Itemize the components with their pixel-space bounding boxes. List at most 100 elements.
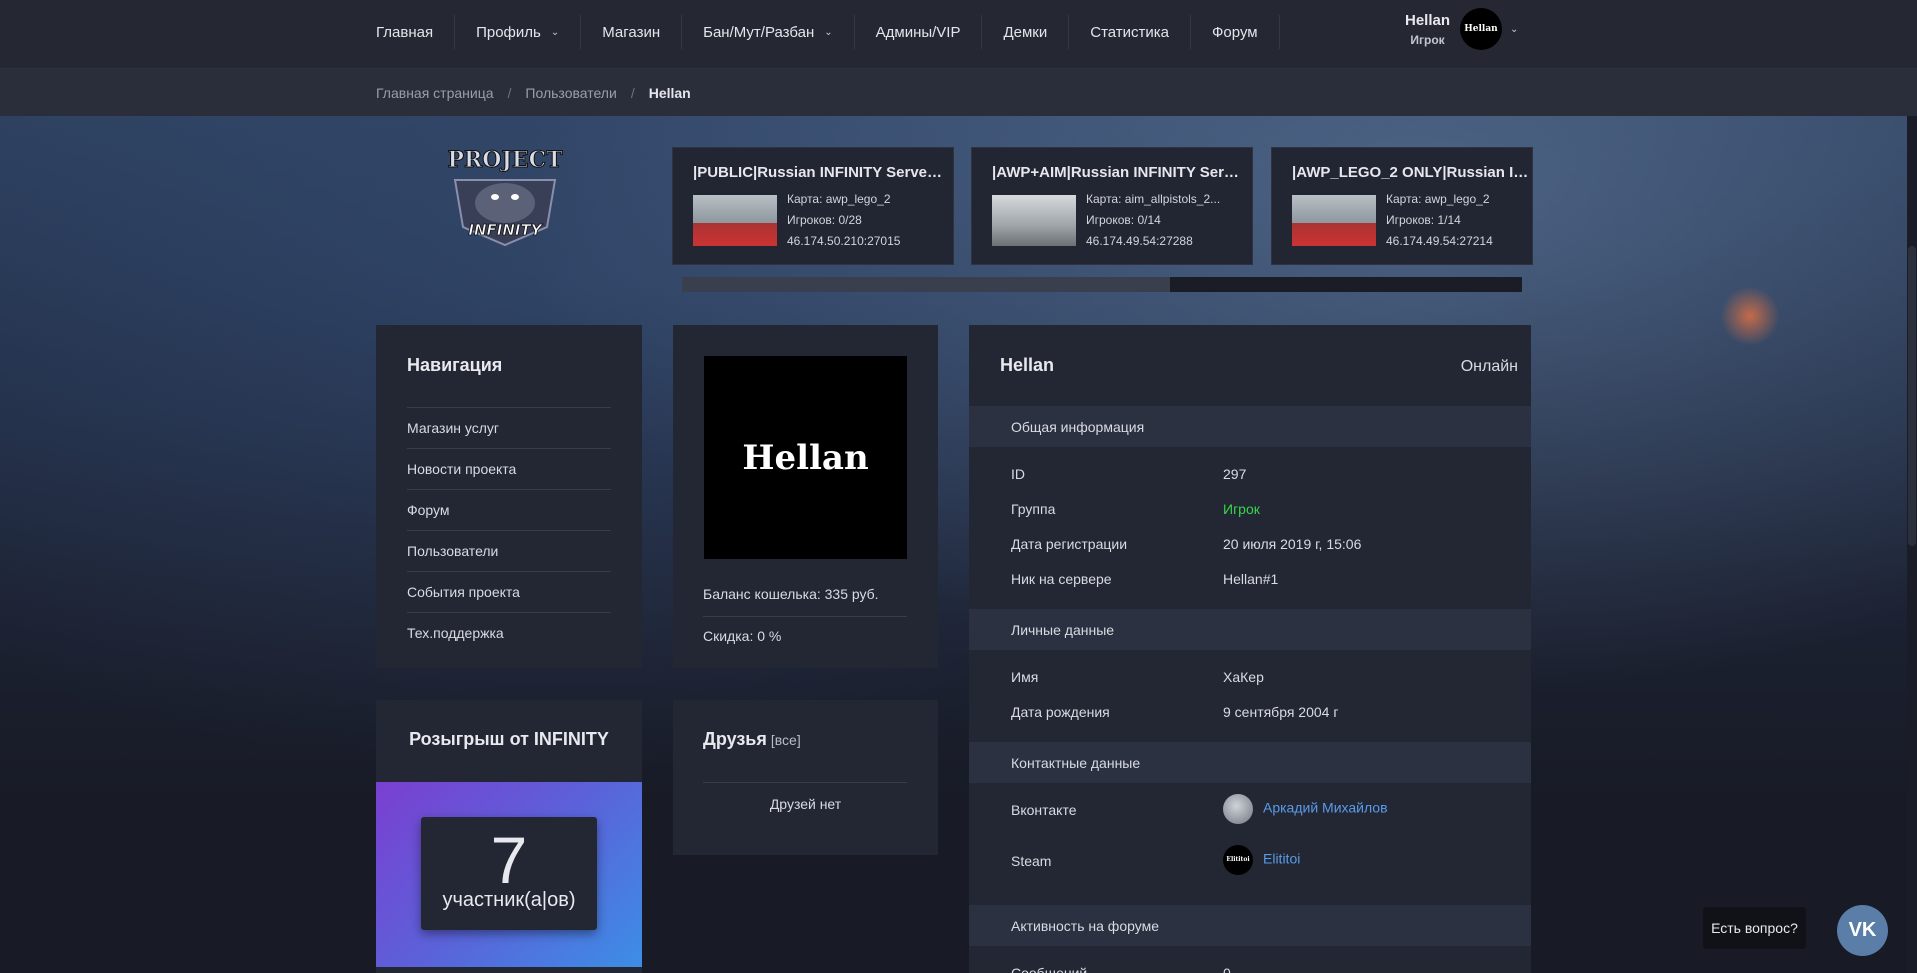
participants-label: участник(а|ов): [442, 889, 576, 911]
info-value: 0: [1223, 965, 1231, 973]
discount: Скидка: 0 %: [703, 628, 782, 644]
user-info: Hellan Игрок: [1405, 12, 1450, 47]
server-players: Игроков: 0/14: [1086, 213, 1161, 227]
map-thumbnail: [1292, 195, 1376, 246]
nav-forum[interactable]: Форум: [1191, 15, 1280, 49]
user-role: Игрок: [1410, 32, 1445, 47]
section-contacts: Контактные данные: [969, 742, 1531, 783]
giveaway-banner[interactable]: 7 участник(а|ов): [376, 782, 642, 967]
vk-contact[interactable]: Аркадий Михайлов: [1223, 794, 1388, 824]
info-key: Группа: [1011, 501, 1056, 517]
section-personal: Личные данные: [969, 609, 1531, 650]
chevron-down-icon[interactable]: ⌄: [1510, 24, 1518, 35]
navigation-panel: Навигация Магазин услуг Новости проекта …: [376, 325, 642, 668]
breadcrumb: Главная страница / Пользователи / Hellan: [376, 85, 691, 101]
friends-all-link[interactable]: [все]: [771, 732, 801, 748]
chevron-down-icon: ⌄: [550, 26, 560, 38]
server-info: Карта: awp_lego_2 Игроков: 1/14 46.174.4…: [1386, 189, 1546, 252]
info-key: Имя: [1011, 669, 1039, 685]
section-forum: Активность на форуме: [969, 905, 1531, 946]
server-card[interactable]: |PUBLIC|Russian INFINITY Server|[... Кар…: [672, 147, 954, 265]
giveaway-title: Розыгрыш от INFINITY: [409, 729, 609, 749]
nav-profile[interactable]: Профиль ⌄: [455, 15, 582, 49]
participants-count: 7: [490, 823, 528, 897]
avatar[interactable]: Hellan: [1460, 8, 1503, 50]
profile-card: Hellan Баланс кошелька: 335 руб. Скидка:…: [673, 325, 938, 668]
page-scrollbar[interactable]: [1907, 116, 1917, 973]
navigation-link[interactable]: Пользователи: [407, 530, 611, 571]
logo-line1: PROJECT: [447, 147, 563, 173]
navigation-title: Навигация: [407, 355, 503, 375]
nav-admins[interactable]: Админы/VIP: [855, 15, 983, 49]
breadcrumb-separator: /: [507, 85, 512, 101]
nav-admins-label: Админы/VIP: [875, 23, 961, 41]
info-value: 20 июля 2019 г, 15:06: [1223, 536, 1362, 552]
profile-avatar: Hellan: [704, 356, 907, 559]
info-value: ХаКер: [1223, 669, 1264, 685]
server-address: 46.174.50.210:27015: [787, 234, 901, 248]
info-key: Вконтакте: [1011, 802, 1077, 818]
nav-shop[interactable]: Магазин: [581, 15, 683, 49]
hero-background: [0, 116, 1917, 973]
nav-home[interactable]: Главная: [355, 15, 456, 49]
breadcrumb-users[interactable]: Пользователи: [525, 85, 616, 101]
info-value: 297: [1223, 466, 1247, 482]
user-menu[interactable]: Hellan Игрок Hellan ⌄: [1405, 8, 1518, 50]
navigation-link[interactable]: Магазин услуг: [407, 407, 611, 448]
question-tooltip[interactable]: Есть вопрос?: [1703, 907, 1806, 949]
vk-link[interactable]: Аркадий Михайлов: [1263, 800, 1388, 816]
friends-empty: Друзей нет: [769, 796, 842, 812]
server-slider-thumb[interactable]: [1170, 277, 1522, 292]
server-info: Карта: awp_lego_2 Игроков: 0/28 46.174.5…: [787, 189, 947, 252]
server-address: 46.174.49.54:27288: [1086, 234, 1193, 248]
navigation-link[interactable]: Форум: [407, 489, 611, 530]
vk-chat-button[interactable]: VK: [1837, 905, 1888, 956]
project-infinity-logo[interactable]: PROJECT INFINITY: [425, 145, 585, 250]
server-map: Карта: awp_lego_2: [1386, 192, 1490, 206]
info-key: Steam: [1011, 853, 1052, 869]
user-name: Hellan: [1405, 11, 1451, 29]
nav-stats[interactable]: Статистика: [1069, 15, 1192, 49]
navigation-link[interactable]: Новости проекта: [407, 448, 611, 489]
breadcrumb-home[interactable]: Главная страница: [376, 85, 494, 101]
nav-shop-label: Магазин: [602, 23, 661, 41]
info-key: Дата регистрации: [1011, 536, 1128, 552]
info-value: 9 сентября 2004 г: [1223, 704, 1339, 720]
main-menu: Главная Профиль ⌄ Магазин Бан/Мут/Разбан ⌄…: [355, 0, 1280, 64]
server-card[interactable]: |AWP_LEGO_2 ONLY|Russian INFIN... Карта:…: [1271, 147, 1533, 265]
nav-bans[interactable]: Бан/Мут/Разбан ⌄: [682, 15, 855, 49]
friends-title-text: Друзья: [703, 729, 767, 749]
steam-avatar: Elititoi: [1223, 845, 1253, 875]
info-key: ID: [1011, 466, 1025, 482]
divider: [703, 782, 907, 783]
nav-demos-label: Демки: [1003, 23, 1048, 41]
info-value: Hellan#1: [1223, 571, 1279, 587]
top-navbar: Главная Профиль ⌄ Магазин Бан/Мут/Разбан ⌄…: [0, 0, 1917, 69]
server-address: 46.174.49.54:27214: [1386, 234, 1493, 248]
server-name: |PUBLIC|Russian INFINITY Server|[...: [693, 164, 943, 181]
scrollbar-thumb[interactable]: [1908, 246, 1916, 546]
group-value: Игрок: [1223, 501, 1260, 517]
nav-home-label: Главная: [376, 23, 434, 41]
vk-avatar: [1223, 794, 1253, 824]
server-players: Игроков: 0/28: [787, 213, 862, 227]
server-card[interactable]: |AWP+AIM|Russian INFINITY Serve... Карта…: [971, 147, 1253, 265]
navigation-link[interactable]: Тех.поддержка: [407, 612, 611, 653]
steam-contact[interactable]: Elititoi Elititoi: [1223, 845, 1300, 875]
navigation-list: Магазин услуг Новости проекта Форум Поль…: [407, 407, 611, 653]
nav-bans-label: Бан/Мут/Разбан: [703, 23, 815, 41]
navigation-link[interactable]: События проекта: [407, 571, 611, 612]
participants-counter: 7 участник(а|ов): [421, 817, 597, 930]
server-players: Игроков: 1/14: [1386, 213, 1461, 227]
nav-demos[interactable]: Демки: [982, 15, 1070, 49]
giveaway-panel: Розыгрыш от INFINITY 7 участник(а|ов): [376, 700, 642, 973]
vk-icon: VK: [1848, 919, 1877, 941]
breadcrumb-bar: Главная страница / Пользователи / Hellan: [0, 69, 1917, 116]
map-thumbnail: [693, 195, 777, 246]
section-general: Общая информация: [969, 406, 1531, 447]
info-key: Дата рождения: [1011, 704, 1110, 720]
friends-panel: Друзья [все] Друзей нет: [673, 700, 938, 855]
steam-link[interactable]: Elititoi: [1263, 851, 1300, 867]
wallet-balance: Баланс кошелька: 335 руб.: [703, 586, 879, 602]
server-map: Карта: awp_lego_2: [787, 192, 891, 206]
